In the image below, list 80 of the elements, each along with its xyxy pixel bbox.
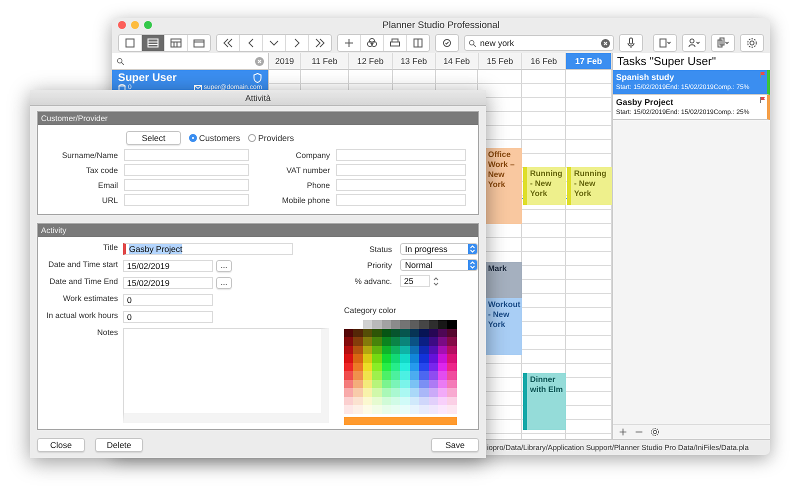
field-label: In actual work hours [45, 310, 118, 320]
status-select[interactable]: In progress [400, 243, 478, 255]
radio-option[interactable]: Providers [248, 133, 294, 143]
calendar-event[interactable]: Running - New York [567, 167, 612, 205]
field-label: Surname/Name [60, 150, 118, 160]
day-column-header[interactable]: 13 Feb [392, 53, 436, 69]
radio-label: Providers [258, 133, 294, 143]
mail-icon [194, 84, 202, 90]
day-column-header[interactable]: 15 Feb [478, 53, 522, 69]
selected-text: Gasby Project [129, 244, 182, 254]
text-field[interactable] [336, 194, 466, 206]
text-field[interactable]: 15/02/2019 [123, 260, 213, 272]
window-title: Planner Studio Professional [382, 20, 500, 31]
date-picker-button[interactable]: ... [216, 276, 232, 289]
field-label: Mobile phone [280, 196, 330, 204]
priority-select[interactable]: Normal [400, 259, 478, 271]
field-label: Work estimates [62, 294, 118, 303]
text-field[interactable] [124, 194, 249, 206]
date-picker-button[interactable]: ... [216, 260, 232, 272]
text-field[interactable] [336, 149, 466, 161]
flag-icon [760, 72, 765, 78]
text-field[interactable] [124, 164, 249, 176]
dialog-title: Attività [30, 90, 486, 106]
section-header: Customer/Provider [38, 112, 478, 125]
search-icon[interactable] [468, 38, 477, 48]
task-name: Spanish study [616, 72, 674, 83]
stepper-icon[interactable] [433, 276, 439, 286]
field-label: Priority [366, 260, 392, 270]
settings-icon[interactable] [650, 427, 660, 437]
dialog-button[interactable]: Close [37, 438, 85, 452]
calendar-event[interactable]: Running - New York [523, 167, 566, 205]
notes-field[interactable] [123, 328, 329, 423]
day-column-header[interactable]: 12 Feb [348, 53, 393, 69]
text-field[interactable] [336, 164, 466, 176]
list-view-icon[interactable] [142, 35, 165, 51]
text-field[interactable]: 15/02/2019 [123, 276, 213, 289]
tasks-title: Tasks "Super User" [612, 53, 770, 70]
day-column-header[interactable]: 14 Feb [436, 53, 478, 69]
title-field[interactable]: Gasby Project [123, 243, 293, 255]
text-field[interactable]: 0 [123, 310, 213, 323]
field-label: Date and Time End [48, 276, 118, 286]
shield-icon [253, 73, 262, 83]
dialog-button[interactable]: Delete [95, 438, 143, 452]
flag-icon [760, 97, 765, 103]
field-label: Title [102, 243, 118, 252]
select-button[interactable]: Select [126, 131, 181, 145]
field-label: Email [96, 180, 118, 190]
day-column-header[interactable]: 2019 [269, 53, 302, 69]
close-control[interactable] [118, 21, 126, 29]
field-label: URL [100, 196, 118, 204]
field-label: Tax code [84, 166, 118, 174]
chevron-icon [470, 261, 475, 269]
text-field[interactable] [336, 179, 466, 191]
field-label: Phone [306, 180, 330, 190]
field-label: Date and Time start [47, 260, 118, 269]
day-column-header[interactable]: 11 Feb [301, 53, 349, 69]
radio-label: Customers [199, 133, 240, 143]
clear-icon[interactable] [601, 38, 610, 48]
section-header: Activity [38, 224, 478, 237]
radio-icon[interactable] [248, 134, 256, 142]
text-field[interactable]: 0 [123, 294, 213, 306]
chevron-icon [470, 245, 475, 253]
field-label: Status [368, 244, 392, 254]
field-label: Company [294, 150, 330, 160]
search-icon[interactable] [116, 56, 125, 66]
dialog-button[interactable]: Save [431, 438, 479, 452]
field-label: % advanc. [354, 276, 392, 286]
radio-option[interactable]: Customers [189, 133, 240, 143]
calendar-event[interactable]: Dinner with Elm [523, 373, 566, 430]
task-name: Gasby Project [616, 97, 674, 108]
text-field[interactable] [124, 149, 249, 161]
text-field[interactable]: 25 [400, 275, 430, 287]
user-name: Super User [118, 72, 177, 84]
field-label: Category color [344, 306, 398, 315]
field-label: Notes [96, 328, 118, 337]
search-field[interactable]: new york [464, 35, 614, 51]
text-field[interactable] [124, 179, 249, 191]
radio-icon[interactable] [189, 134, 197, 142]
add-icon[interactable] [618, 427, 628, 437]
field-label: VAT number [285, 166, 330, 174]
